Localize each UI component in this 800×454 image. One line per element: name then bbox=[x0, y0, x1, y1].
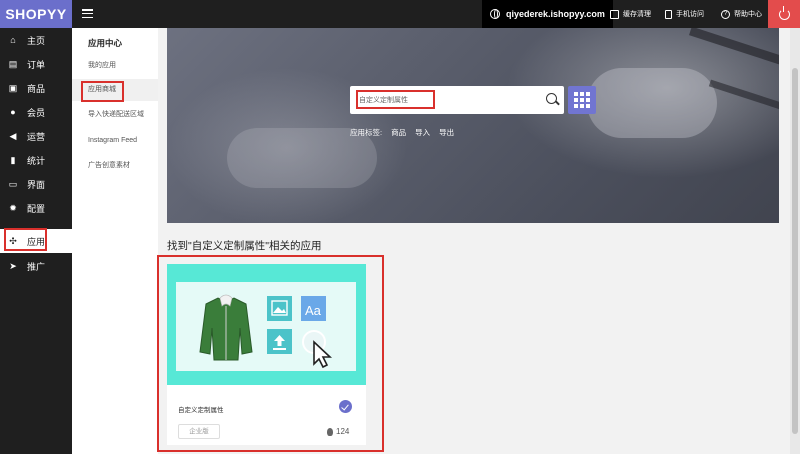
sidebar-item-members[interactable]: ● 会员 bbox=[0, 100, 72, 124]
subnav-item-ad-creatives[interactable]: 广告创意素材 bbox=[72, 155, 158, 177]
order-icon: ▤ bbox=[8, 58, 18, 69]
banner-decoration bbox=[708, 79, 779, 124]
member-icon: ● bbox=[10, 107, 16, 117]
sidebar-item-label: 商品 bbox=[27, 83, 46, 94]
tags-label: 应用标签: bbox=[350, 128, 383, 137]
help-center-button[interactable]: ? 帮助中心 bbox=[721, 0, 762, 28]
sidebar-item-label: 主页 bbox=[27, 35, 46, 46]
sidebar-item-label: 配置 bbox=[27, 203, 46, 214]
highlight-box-card bbox=[157, 255, 384, 452]
app-categories-button[interactable] bbox=[568, 86, 596, 114]
tag-import[interactable]: 导入 bbox=[415, 127, 430, 138]
sidebar-item-home[interactable]: ⌂ 主页 bbox=[0, 28, 72, 52]
tag-export[interactable]: 导出 bbox=[439, 127, 454, 138]
gear-icon: ✹ bbox=[9, 202, 17, 213]
sidebar-item-label: 推广 bbox=[27, 261, 46, 272]
sidebar-item-label: 界面 bbox=[27, 179, 46, 190]
clear-cache-label: 缓存清理 bbox=[623, 11, 651, 18]
help-icon: ? bbox=[721, 9, 730, 19]
highlight-box-search bbox=[356, 90, 435, 109]
send-icon: ➤ bbox=[9, 260, 17, 271]
megaphone-icon: ◀ bbox=[9, 130, 17, 141]
scrollbar[interactable] bbox=[790, 28, 800, 454]
power-icon bbox=[778, 5, 790, 20]
app-tags: 应用标签: 商品 导入 导出 bbox=[350, 127, 463, 138]
results-title: 找到"自定义定制属性"相关的应用 bbox=[167, 240, 322, 252]
highlight-box-apps bbox=[4, 228, 47, 251]
sidebar-item-statistics[interactable]: ▮ 统计 bbox=[0, 148, 72, 172]
mobile-icon bbox=[665, 9, 672, 19]
sidebar-item-promotion[interactable]: ➤ 推广 bbox=[0, 254, 72, 278]
mobile-access-label: 手机访问 bbox=[676, 11, 704, 18]
banner-decoration bbox=[587, 68, 717, 138]
store-link[interactable]: qiyederek.ishopyy.com bbox=[482, 0, 613, 28]
logout-button[interactable] bbox=[768, 0, 800, 28]
sidebar-item-label: 会员 bbox=[27, 107, 46, 118]
sidebar-item-label: 统计 bbox=[27, 155, 46, 166]
logo[interactable]: SHOPYY bbox=[0, 0, 72, 28]
product-icon: ▣ bbox=[8, 82, 18, 93]
chart-icon: ▮ bbox=[10, 154, 16, 165]
sidebar-item-operations[interactable]: ◀ 运营 bbox=[0, 124, 72, 148]
scrollbar-thumb[interactable] bbox=[792, 68, 798, 434]
sidebar-item-interface[interactable]: ▭ 界面 bbox=[0, 172, 72, 196]
sidebar-item-orders[interactable]: ▤ 订单 bbox=[0, 52, 72, 76]
menu-icon[interactable] bbox=[82, 9, 93, 19]
banner-decoration bbox=[689, 28, 779, 79]
tag-products[interactable]: 商品 bbox=[391, 127, 406, 138]
subnav-title: 应用中心 bbox=[88, 38, 123, 48]
store-domain: qiyederek.ishopyy.com bbox=[506, 9, 605, 19]
top-bar: SHOPYY qiyederek.ishopyy.com 缓存清理 手机访问 ?… bbox=[0, 0, 800, 28]
search-icon[interactable] bbox=[546, 93, 557, 104]
layout-icon: ▭ bbox=[8, 178, 18, 189]
help-center-label: 帮助中心 bbox=[734, 11, 762, 18]
subnav-item-import-shipping[interactable]: 导入快递配送区域 bbox=[72, 104, 158, 126]
mobile-access-button[interactable]: 手机访问 bbox=[665, 0, 704, 28]
subnav-item-my-apps[interactable]: 我的应用 bbox=[72, 55, 158, 77]
sidebar-item-settings[interactable]: ✹ 配置 bbox=[0, 196, 72, 220]
clear-cache-button[interactable]: 缓存清理 bbox=[610, 0, 651, 28]
sidebar-item-label: 运营 bbox=[27, 131, 46, 142]
trash-icon bbox=[610, 9, 619, 19]
sidebar-item-products[interactable]: ▣ 商品 bbox=[0, 76, 72, 100]
search-banner bbox=[167, 28, 779, 223]
home-icon: ⌂ bbox=[10, 35, 16, 45]
sidebar-item-label: 订单 bbox=[27, 59, 46, 70]
highlight-box-app-store bbox=[81, 81, 124, 102]
globe-icon bbox=[490, 9, 500, 19]
subnav-item-instagram-feed[interactable]: Instagram Feed bbox=[72, 130, 158, 152]
